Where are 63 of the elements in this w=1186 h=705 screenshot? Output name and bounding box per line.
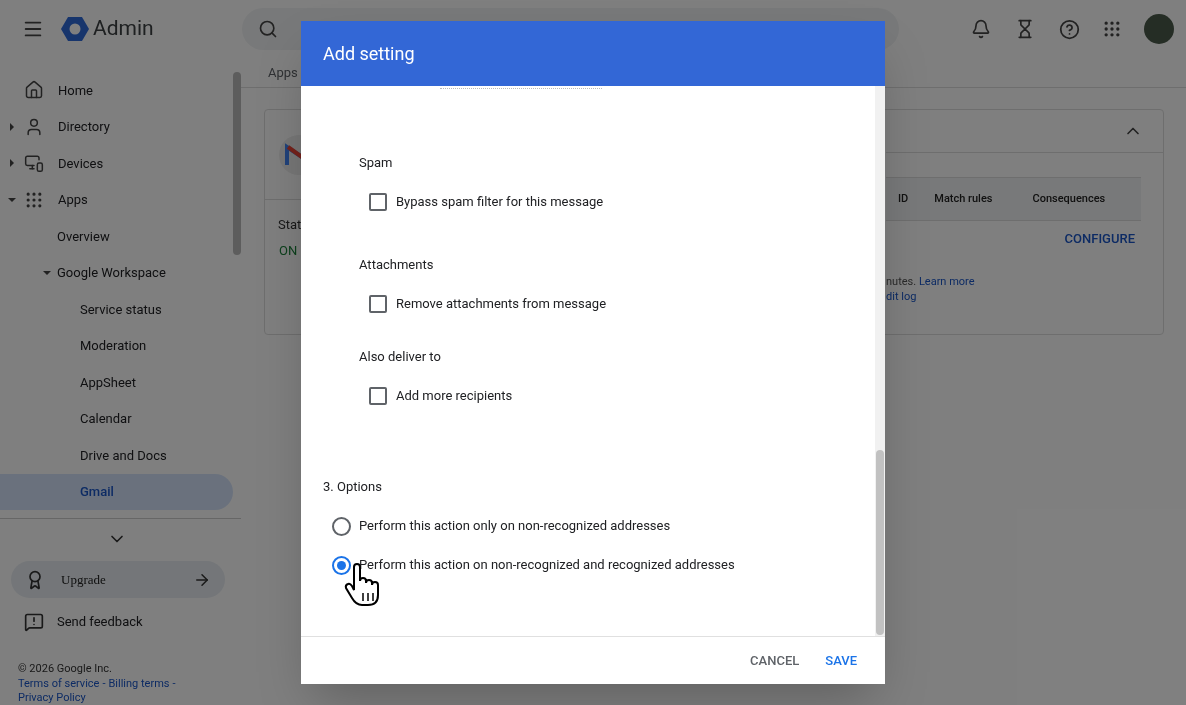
copyright-text: © 2026 Google Inc. xyxy=(18,662,112,677)
notifications-icon[interactable] xyxy=(970,19,991,39)
dialog-title: Add setting xyxy=(323,42,415,66)
sidebar-item[interactable]: AppSheet xyxy=(80,364,136,401)
person-icon xyxy=(24,116,44,137)
configure-button[interactable]: CONFIGURE xyxy=(1064,229,1135,247)
help-icon[interactable] xyxy=(1058,18,1080,40)
column-header: ID xyxy=(898,190,909,207)
scrollbar-thumb[interactable] xyxy=(233,72,241,255)
learn-more-link[interactable]: Learn more xyxy=(918,275,975,288)
caret-icon[interactable] xyxy=(8,195,16,204)
sidebar-item[interactable]: Overview xyxy=(57,218,110,255)
sidebar-item[interactable]: Devices xyxy=(58,145,104,182)
app-title: Admin xyxy=(93,15,154,43)
checkbox-label: Remove attachments from message xyxy=(396,295,607,314)
sidebar-item[interactable]: Moderation xyxy=(80,327,147,364)
radio-button[interactable] xyxy=(332,516,351,536)
footer-link[interactable]: Billing terms xyxy=(108,676,170,691)
caret-icon[interactable] xyxy=(8,159,16,167)
section-label: Spam xyxy=(359,154,393,172)
note-text: nutes. xyxy=(886,275,918,288)
checkbox[interactable] xyxy=(369,387,387,405)
save-button[interactable]: SAVE xyxy=(815,643,867,678)
column-header: Match rules xyxy=(934,190,993,207)
checkbox[interactable] xyxy=(369,295,387,313)
upgrade-button[interactable]: Upgrade xyxy=(11,561,225,598)
radio-button[interactable] xyxy=(332,555,351,575)
scrollbar-thumb[interactable] xyxy=(876,450,884,635)
separator-text: - xyxy=(172,676,176,691)
feedback-icon xyxy=(24,612,44,632)
sidebar-item[interactable]: Drive and Docs xyxy=(80,437,167,474)
sidebar-item[interactable]: Gmail xyxy=(0,473,233,510)
avatar[interactable] xyxy=(1143,14,1174,44)
column-header: Consequences xyxy=(1032,190,1106,207)
search-icon xyxy=(257,19,278,39)
admin-logo-icon xyxy=(61,16,89,42)
devices-icon xyxy=(24,153,44,174)
section-label: Attachments xyxy=(359,256,434,274)
home-icon xyxy=(24,80,44,101)
audit-log-link[interactable]: dit log xyxy=(886,289,917,304)
caret-icon[interactable] xyxy=(8,122,16,131)
status-value: ON xyxy=(279,241,299,260)
sidebar-item[interactable]: Directory xyxy=(58,108,110,145)
caret-icon[interactable] xyxy=(43,268,51,277)
footer-link[interactable]: Privacy Policy xyxy=(18,691,86,705)
sidebar-item[interactable]: Service status xyxy=(80,291,162,328)
options-heading: 3. Options xyxy=(323,478,382,496)
cancel-button[interactable]: CANCEL xyxy=(740,643,810,678)
status-label: Stat xyxy=(278,216,302,234)
sidebar-item[interactable]: Google Workspace xyxy=(57,254,166,291)
checkbox-label: Add more recipients xyxy=(396,387,513,406)
breadcrumb-link[interactable]: Apps xyxy=(268,62,298,83)
section-label: Also deliver to xyxy=(359,348,441,366)
sidebar-item[interactable]: Apps xyxy=(58,181,88,218)
sidebar-item[interactable]: Calendar xyxy=(80,400,132,437)
checkbox[interactable] xyxy=(369,193,387,211)
sidebar-item[interactable]: Home xyxy=(58,72,93,109)
checkbox-label: Bypass spam filter for this message xyxy=(396,193,604,212)
radio-label: Perform this action on non-recognized and recognized addresses xyxy=(359,556,735,575)
feedback-button[interactable]: Send feedback xyxy=(24,610,241,634)
footer-link[interactable]: Terms of service xyxy=(18,676,100,691)
radio-label: Perform this action only on non-recognized addresses xyxy=(359,517,671,536)
separator-text: - xyxy=(102,676,106,691)
